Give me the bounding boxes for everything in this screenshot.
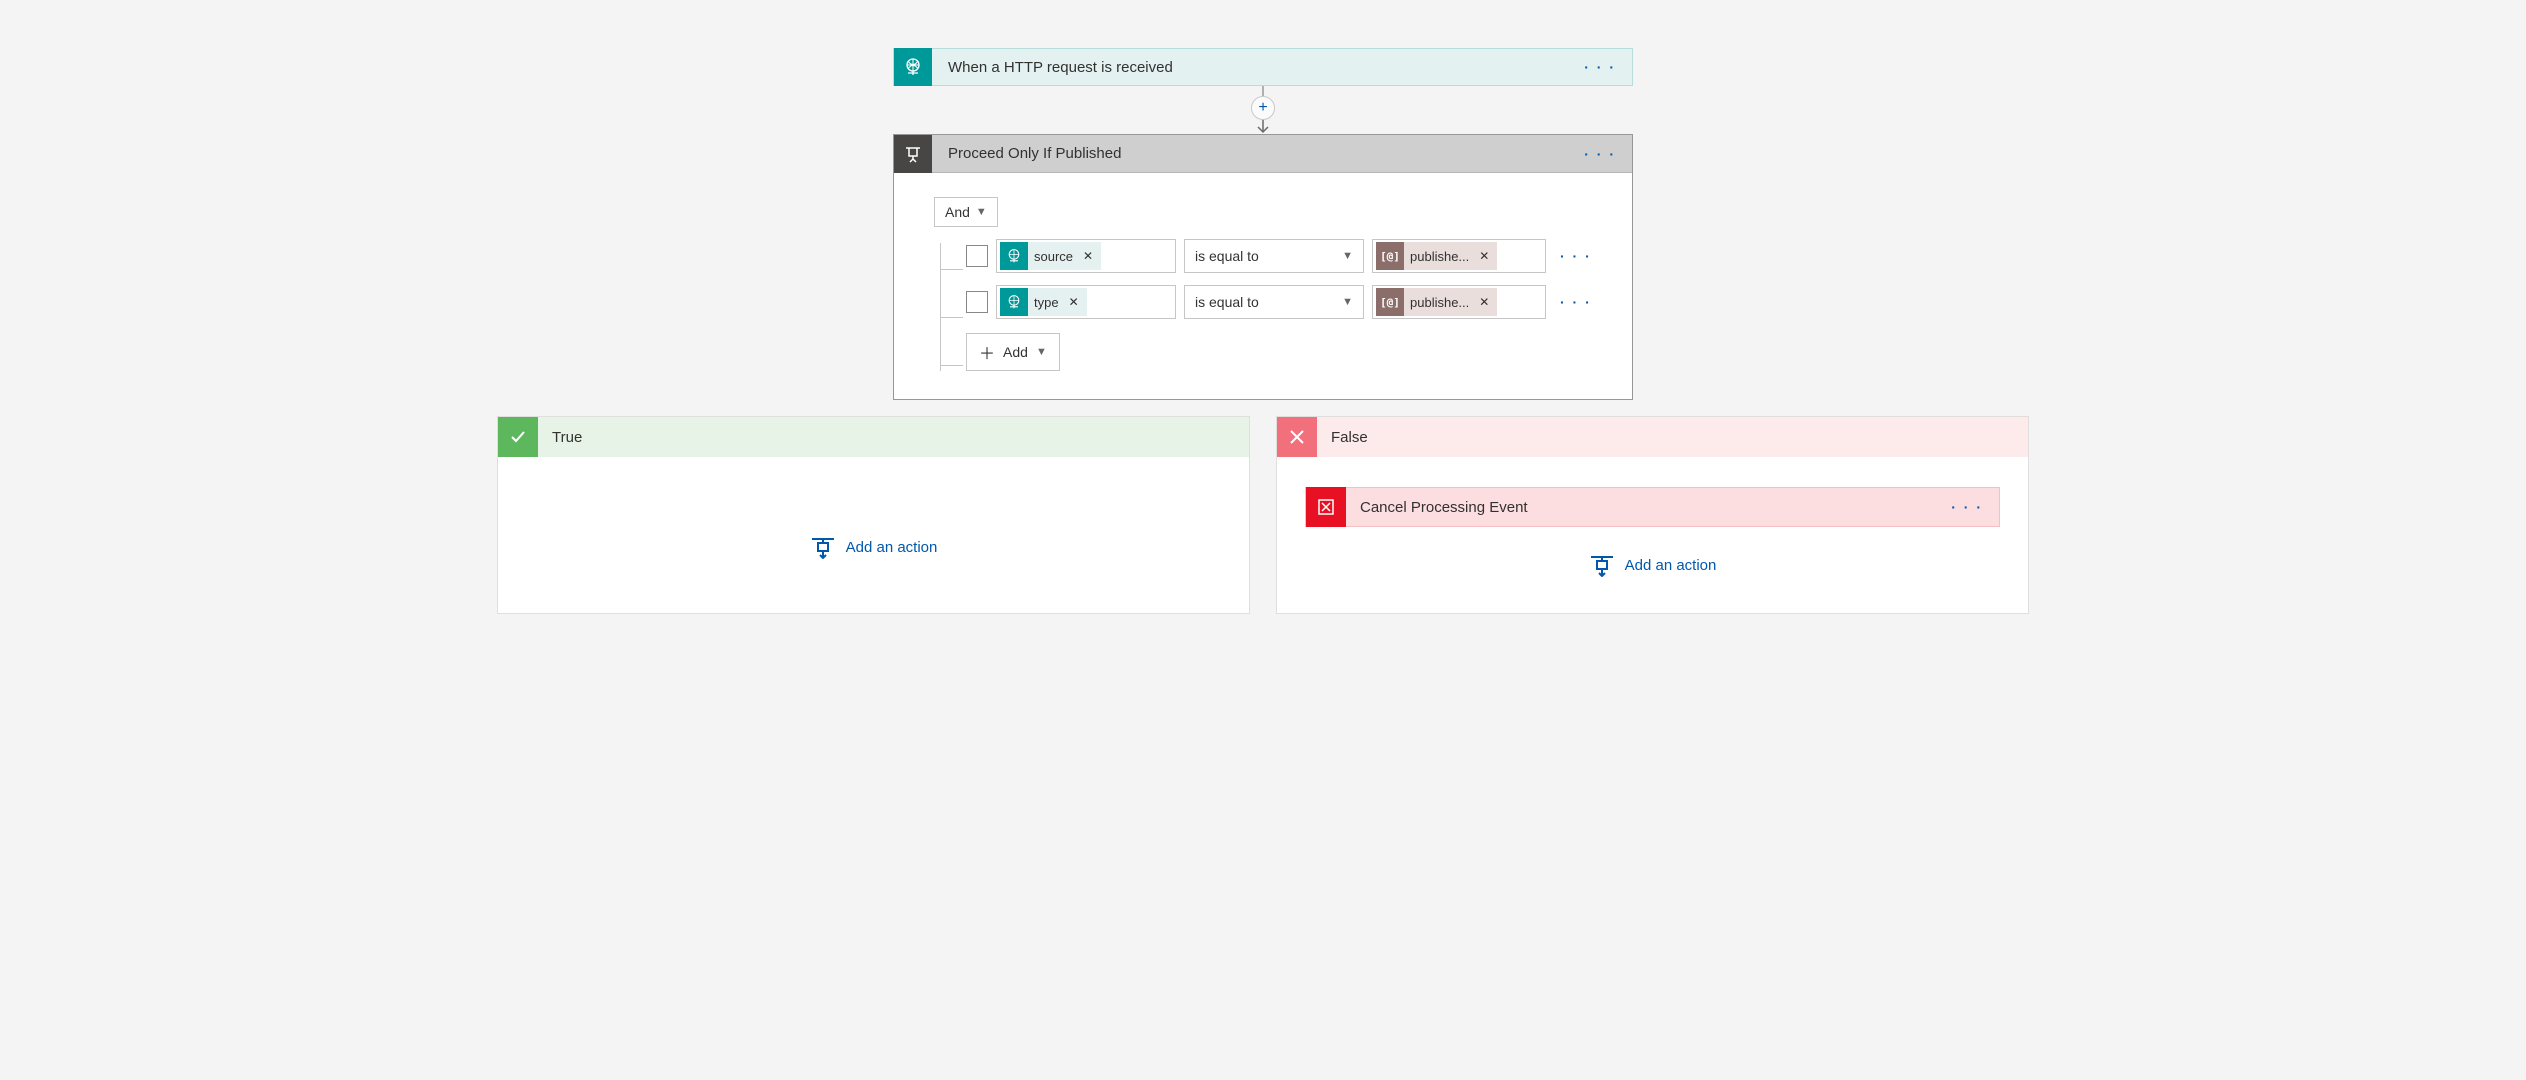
trigger-title: When a HTTP request is received (932, 59, 1173, 76)
branch-false-title: False (1317, 429, 1368, 446)
condition-card: Proceed Only If Published · · · And ▼ (893, 134, 1633, 400)
logical-operator-select[interactable]: And ▼ (934, 197, 998, 227)
plus-icon: ＋ (979, 340, 995, 364)
row-right-field[interactable]: [@] publishe... ✕ (1372, 239, 1546, 273)
cancel-processing-title: Cancel Processing Event (1346, 499, 1528, 516)
condition-rail (940, 243, 966, 371)
chevron-down-icon: ▼ (976, 206, 987, 218)
add-condition-label: Add (1003, 344, 1028, 360)
token-source[interactable]: source ✕ (1000, 242, 1101, 270)
variable-icon: [@] (1376, 288, 1404, 316)
add-action-button[interactable]: Add an action (1305, 553, 2000, 577)
token-label: publishe... (1410, 249, 1469, 264)
chevron-down-icon: ▼ (1036, 346, 1047, 358)
branch-true-header[interactable]: True (498, 417, 1249, 457)
row-left-field[interactable]: source ✕ (996, 239, 1176, 273)
token-remove-icon[interactable]: ✕ (1069, 295, 1079, 309)
terminate-icon (1306, 487, 1346, 527)
branch-true-title: True (538, 429, 582, 446)
check-icon (498, 417, 538, 457)
token-label: publishe... (1410, 295, 1469, 310)
add-action-button[interactable]: Add an action (526, 535, 1221, 559)
row-menu-button[interactable]: · · · (1554, 294, 1592, 310)
http-icon (1000, 242, 1028, 270)
insert-step-button[interactable]: + (1251, 96, 1275, 120)
add-condition-button[interactable]: ＋ Add ▼ (966, 333, 1060, 371)
chevron-down-icon: ▼ (1342, 296, 1353, 308)
token-publisher[interactable]: [@] publishe... ✕ (1376, 288, 1497, 316)
row-checkbox[interactable] (966, 291, 988, 313)
add-action-icon (1589, 553, 1615, 577)
condition-row: source ✕ is equal to ▼ [@] (966, 239, 1592, 273)
variable-icon: [@] (1376, 242, 1404, 270)
chevron-down-icon: ▼ (1342, 250, 1353, 262)
condition-row: type ✕ is equal to ▼ [@] (966, 285, 1592, 319)
row-checkbox[interactable] (966, 245, 988, 267)
branch-false: False Cancel Processing Event · · · (1276, 416, 2029, 614)
close-icon (1277, 417, 1317, 457)
add-action-icon (810, 535, 836, 559)
cancel-processing-card[interactable]: Cancel Processing Event · · · (1305, 487, 2000, 527)
row-operator-label: is equal to (1195, 248, 1259, 264)
row-operator-label: is equal to (1195, 294, 1259, 310)
add-action-label: Add an action (846, 539, 938, 556)
token-remove-icon[interactable]: ✕ (1479, 249, 1489, 263)
branch-true: True Add an action (497, 416, 1250, 614)
token-publisher[interactable]: [@] publishe... ✕ (1376, 242, 1497, 270)
branch-false-header[interactable]: False (1277, 417, 2028, 457)
http-icon (1000, 288, 1028, 316)
row-operator-select[interactable]: is equal to ▼ (1184, 239, 1364, 273)
connector-line (1262, 86, 1264, 96)
trigger-menu-button[interactable]: · · · (1584, 59, 1632, 75)
token-label: type (1034, 295, 1059, 310)
condition-header[interactable]: Proceed Only If Published · · · (894, 135, 1632, 173)
token-label: source (1034, 249, 1073, 264)
row-operator-select[interactable]: is equal to ▼ (1184, 285, 1364, 319)
cancel-processing-menu-button[interactable]: · · · (1951, 499, 1999, 515)
row-menu-button[interactable]: · · · (1554, 248, 1592, 264)
logical-operator-label: And (945, 204, 970, 220)
condition-menu-button[interactable]: · · · (1584, 146, 1632, 162)
condition-title: Proceed Only If Published (932, 145, 1121, 162)
token-remove-icon[interactable]: ✕ (1083, 249, 1093, 263)
token-type[interactable]: type ✕ (1000, 288, 1087, 316)
add-action-label: Add an action (1625, 557, 1717, 574)
row-right-field[interactable]: [@] publishe... ✕ (1372, 285, 1546, 319)
condition-body: And ▼ (894, 173, 1632, 399)
token-remove-icon[interactable]: ✕ (1479, 295, 1489, 309)
condition-icon (894, 135, 932, 173)
arrow-down-icon (1255, 118, 1271, 134)
row-left-field[interactable]: type ✕ (996, 285, 1176, 319)
trigger-card[interactable]: When a HTTP request is received · · · (893, 48, 1633, 86)
http-trigger-icon (894, 48, 932, 86)
